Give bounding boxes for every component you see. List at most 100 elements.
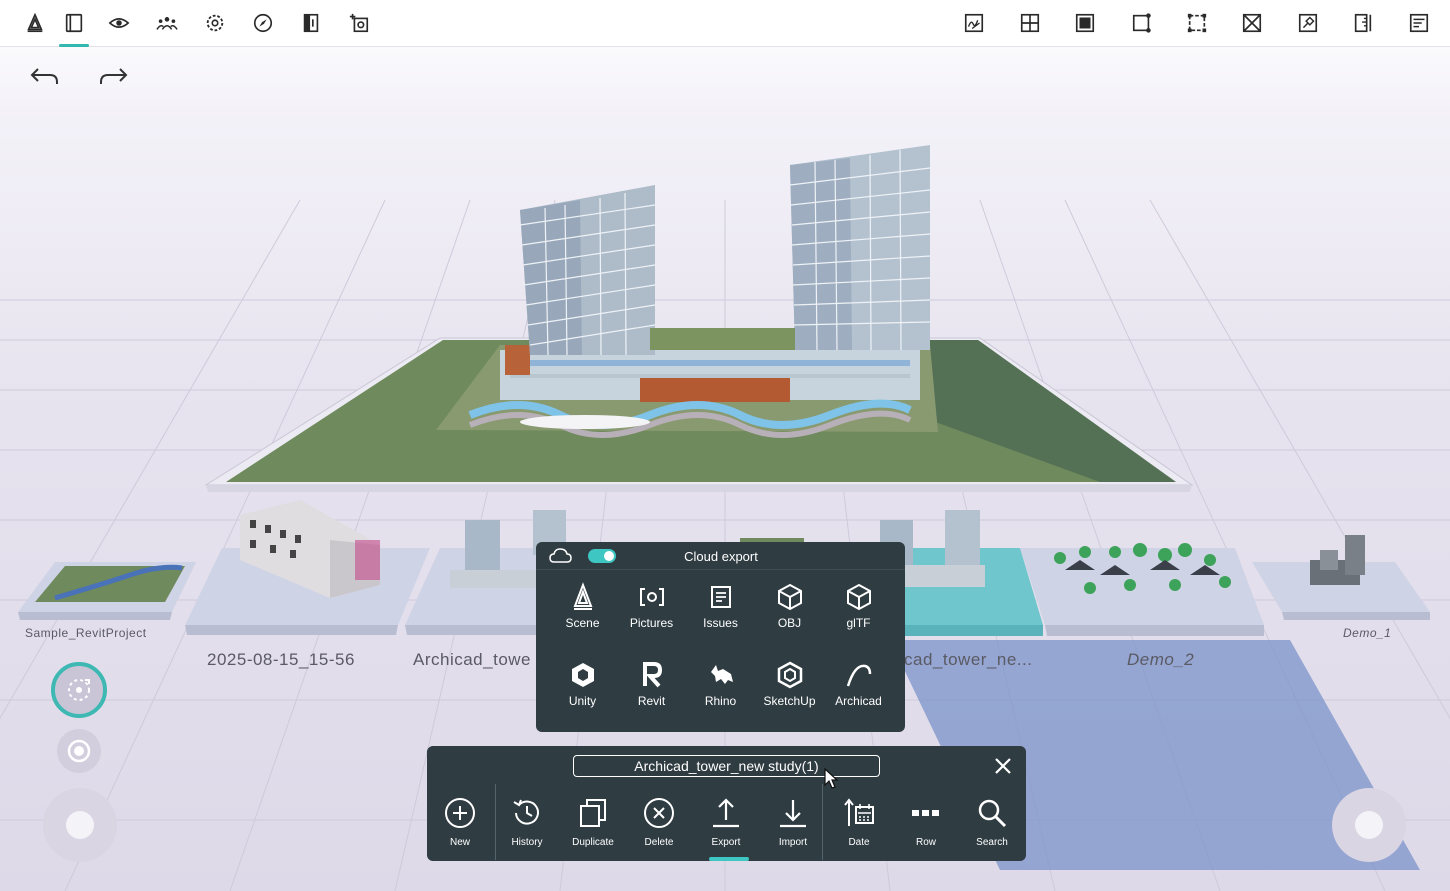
cloud-export-toggle[interactable]	[588, 549, 616, 563]
cloud-icon	[549, 548, 572, 563]
sketch-tool-icon[interactable]	[957, 6, 991, 40]
redo-button[interactable]	[96, 60, 132, 92]
project-label-demo-1[interactable]: Demo_1	[1343, 626, 1391, 640]
plus-circle-icon	[445, 798, 475, 828]
redo-icon	[100, 68, 128, 84]
visibility-tool-icon[interactable]	[102, 6, 136, 40]
top-toolbar	[0, 0, 1450, 47]
export-unity-label: Unity	[568, 694, 597, 708]
search-button[interactable]: Search	[959, 784, 1025, 861]
export-unity-button[interactable]: Unity	[548, 660, 617, 726]
toolbar-divider	[822, 784, 823, 860]
active-tab-indicator	[59, 44, 89, 47]
history-icon	[513, 799, 539, 825]
main-model[interactable]	[204, 145, 1194, 492]
export-rhino-button[interactable]: Rhino	[686, 660, 755, 726]
row-label: Row	[915, 837, 936, 848]
row-dots-icon	[912, 810, 939, 816]
section-tool-icon[interactable]	[294, 6, 328, 40]
move-joystick[interactable]	[43, 788, 117, 862]
scene-tool-icon[interactable]	[18, 6, 52, 40]
settings-tool-icon[interactable]	[198, 6, 232, 40]
export-scene-label: Scene	[565, 616, 600, 630]
toggle-knob	[604, 551, 614, 561]
export-archicad-label: Archicad	[835, 694, 882, 708]
export-button[interactable]: Export	[693, 784, 759, 861]
pin-tool-icon[interactable]	[1291, 6, 1325, 40]
measure-ruler-icon[interactable]	[1346, 6, 1380, 40]
import-button[interactable]: Import	[760, 784, 826, 861]
export-revit-button[interactable]: Revit	[617, 660, 686, 726]
sort-date-button[interactable]: Date	[826, 784, 892, 861]
import-label: Import	[778, 837, 808, 848]
collaboration-tool-icon[interactable]	[150, 6, 184, 40]
active-tool-indicator	[709, 857, 749, 861]
project-label-archicad-tower[interactable]: Archicad_towe	[413, 650, 531, 670]
delete-label: Delete	[644, 837, 674, 848]
obj-cube-icon	[777, 583, 802, 611]
properties-list-icon[interactable]	[1402, 6, 1436, 40]
export-pictures-label: Pictures	[629, 616, 674, 630]
export-upload-icon	[713, 798, 739, 828]
duplicate-icon	[580, 799, 606, 827]
revit-icon	[642, 662, 662, 688]
row-view-button[interactable]: Row	[893, 784, 959, 861]
duplicate-label: Duplicate	[572, 837, 614, 848]
export-pictures-button[interactable]: Pictures	[617, 582, 686, 648]
unity-icon	[571, 663, 594, 687]
export-revit-label: Revit	[637, 694, 666, 708]
grid-split-icon[interactable]	[1013, 6, 1047, 40]
project-label-sample-revit[interactable]: Sample_RevitProject	[25, 626, 147, 640]
history-button[interactable]: History	[494, 784, 560, 861]
project-label-2025-08-15[interactable]: 2025-08-15_15-56	[207, 650, 355, 670]
close-icon[interactable]	[991, 754, 1015, 778]
history-label: History	[511, 837, 543, 848]
new-label: New	[449, 837, 470, 848]
projects-tool-icon[interactable]	[57, 6, 91, 40]
scene-icon	[573, 582, 592, 610]
frame-select-icon[interactable]	[1068, 6, 1102, 40]
export-sketchup-label: SketchUp	[763, 694, 816, 708]
export-obj-label: OBJ	[777, 616, 802, 630]
export-archicad-button[interactable]: Archicad	[824, 660, 893, 726]
target-icon	[67, 739, 91, 763]
delete-circle-icon	[644, 798, 674, 828]
export-rhino-label: Rhino	[704, 694, 737, 708]
export-gltf-button[interactable]: glTF	[824, 582, 893, 648]
duplicate-button[interactable]: Duplicate	[560, 784, 626, 861]
issues-icon	[710, 586, 731, 608]
export-gltf-label: glTF	[846, 616, 871, 630]
export-label: Export	[711, 837, 741, 848]
project-toolbar: New History Duplicate Delete Export Impo…	[427, 746, 1026, 861]
walk-mode-button[interactable]	[57, 729, 101, 773]
undo-button[interactable]	[26, 60, 62, 92]
orbit-mode-button[interactable]	[51, 662, 107, 718]
navigation-compass-icon[interactable]	[246, 6, 280, 40]
toolbar-divider	[495, 784, 496, 860]
export-obj-button[interactable]: OBJ	[755, 582, 824, 648]
look-joystick[interactable]	[1332, 788, 1406, 862]
sketchup-icon	[777, 661, 802, 689]
new-project-button[interactable]: New	[427, 784, 493, 861]
export-issues-label: Issues	[703, 616, 738, 630]
archicad-icon	[846, 664, 871, 687]
export-panel-title: Cloud export	[684, 549, 758, 564]
cross-box-icon[interactable]	[1235, 6, 1269, 40]
project-label-archicad-tower-new[interactable]: cad_tower_ne...	[904, 650, 1032, 670]
delete-button[interactable]: Delete	[626, 784, 692, 861]
edit-points-icon[interactable]	[1125, 6, 1159, 40]
cloud-export-panel: Cloud export Scene Pictures Issues OBJ g…	[536, 542, 905, 732]
export-panel-header: Cloud export	[536, 542, 905, 570]
gltf-cube-icon	[846, 583, 871, 611]
joystick-knob[interactable]	[1355, 811, 1383, 839]
joystick-knob[interactable]	[66, 811, 94, 839]
export-issues-button[interactable]: Issues	[686, 582, 755, 648]
export-format-grid: Scene Pictures Issues OBJ glTF Unity Rev…	[548, 582, 893, 726]
capture-tool-icon[interactable]	[342, 6, 376, 40]
export-scene-button[interactable]: Scene	[548, 582, 617, 648]
pictures-icon	[639, 588, 664, 606]
export-sketchup-button[interactable]: SketchUp	[755, 660, 824, 726]
import-download-icon	[780, 800, 806, 828]
project-label-demo-2[interactable]: Demo_2	[1127, 650, 1194, 670]
bounding-box-icon[interactable]	[1180, 6, 1214, 40]
